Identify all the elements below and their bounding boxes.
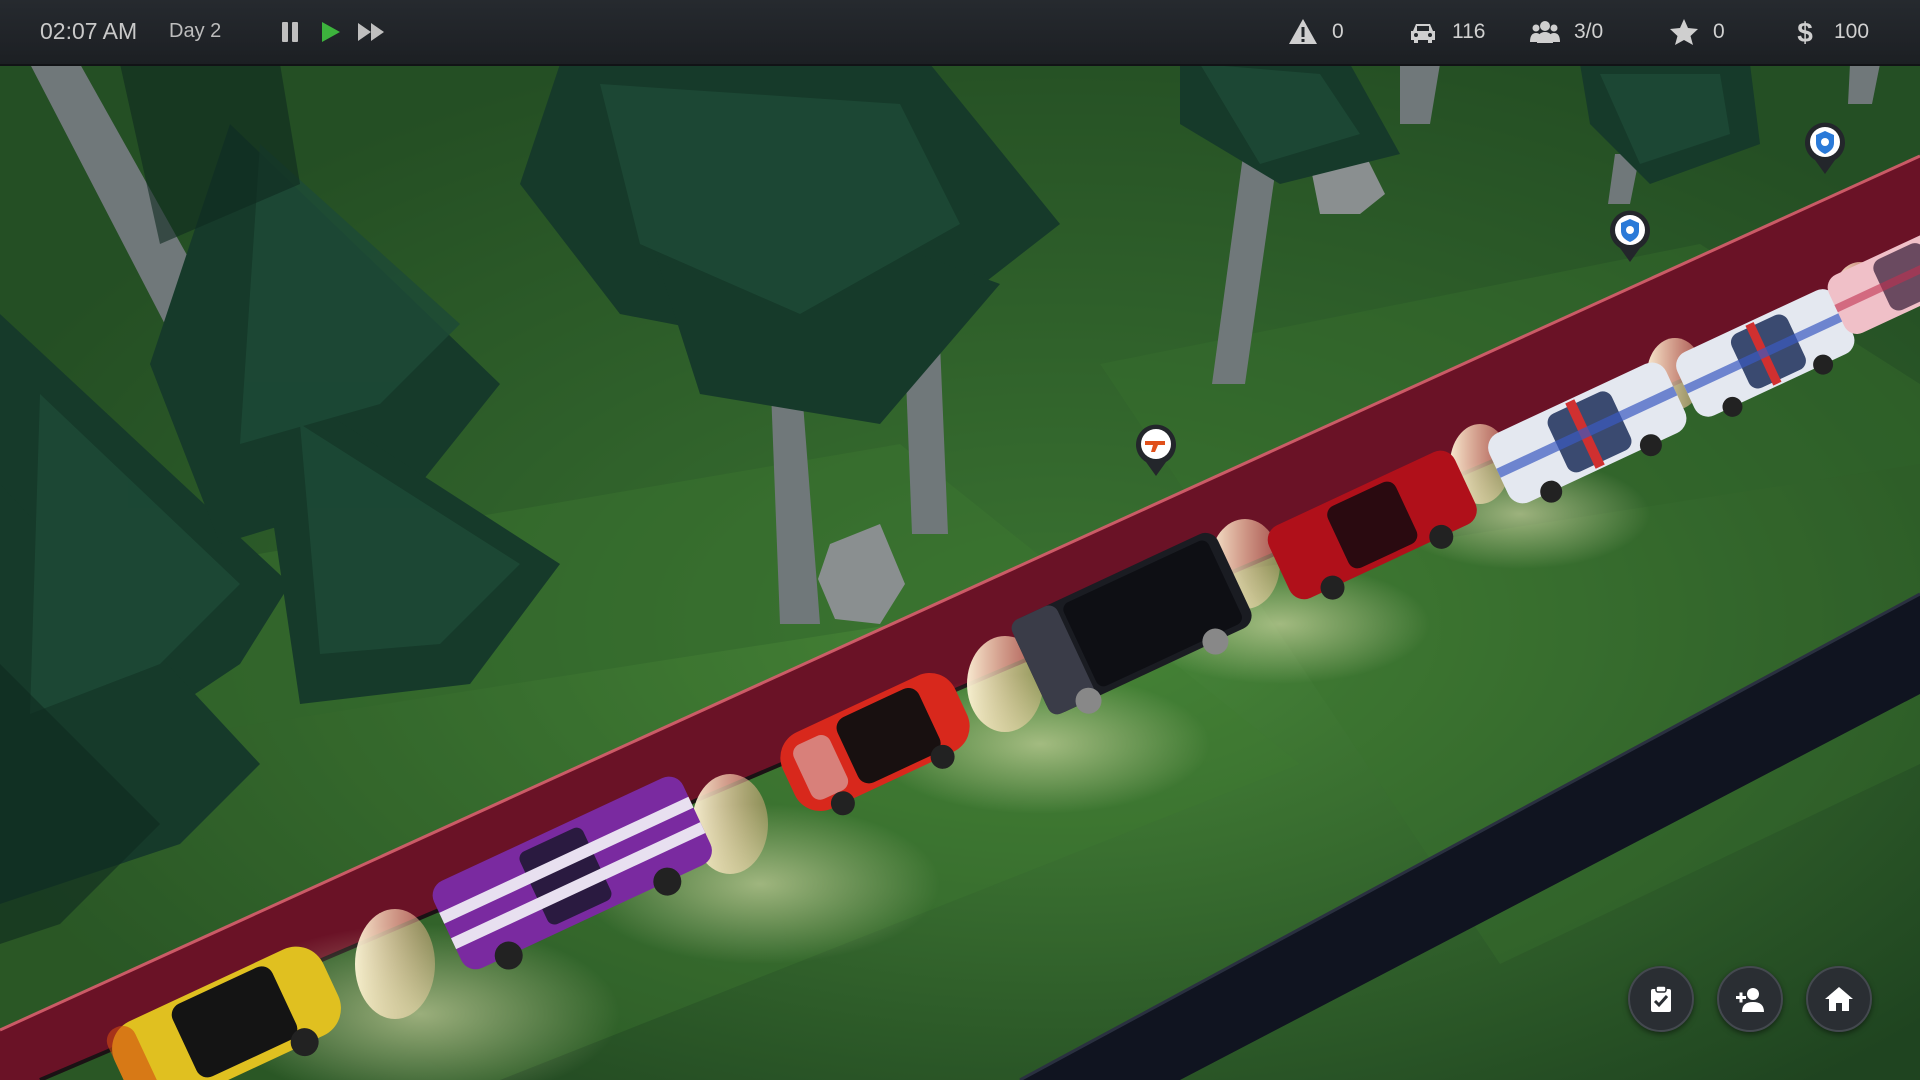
top-hud-bar: 02:07 AM Day 2 0 116 3/0 0 $ 100 <box>0 0 1920 66</box>
police-badge-icon <box>1805 122 1845 174</box>
stat-money[interactable]: $ 100 <box>1790 16 1869 48</box>
game-clock: 02:07 AM <box>40 18 138 44</box>
money-value: 100 <box>1834 20 1870 43</box>
day-counter: Day 2 <box>169 20 222 42</box>
hire-staff-button[interactable] <box>1717 966 1783 1032</box>
marker-police[interactable] <box>1803 122 1847 176</box>
pause-icon <box>282 22 288 42</box>
stat-staff[interactable]: 3/0 <box>1530 16 1603 48</box>
fast-forward-icon <box>358 23 384 41</box>
people-icon <box>1530 21 1560 43</box>
police-badge-icon <box>1610 210 1650 262</box>
play-button[interactable] <box>318 20 342 44</box>
tasks-button[interactable] <box>1628 966 1694 1032</box>
warning-icon <box>1289 19 1317 44</box>
staff-value: 3/0 <box>1574 20 1604 43</box>
stat-rating[interactable]: 0 <box>1669 16 1725 48</box>
rating-value: 0 <box>1713 20 1725 43</box>
stat-alerts[interactable]: 0 <box>1288 16 1344 48</box>
gun-icon <box>1136 424 1176 476</box>
play-icon <box>322 22 340 42</box>
home-button[interactable] <box>1806 966 1872 1032</box>
stat-cars[interactable]: 116 <box>1408 16 1485 48</box>
marker-police[interactable] <box>1608 210 1652 264</box>
pause-button[interactable] <box>280 20 300 44</box>
svg-text:$: $ <box>1797 17 1813 47</box>
dollar-icon: $ <box>1797 17 1813 47</box>
clipboard-check-icon <box>1651 985 1671 1012</box>
home-icon <box>1825 987 1853 1011</box>
star-icon <box>1670 19 1698 45</box>
alerts-value: 0 <box>1332 20 1344 43</box>
cars-value: 116 <box>1452 20 1486 43</box>
marker-suspicious[interactable] <box>1134 424 1178 478</box>
fast-forward-button[interactable] <box>356 20 386 44</box>
add-person-icon <box>1736 988 1764 1012</box>
car-icon <box>1411 24 1435 43</box>
